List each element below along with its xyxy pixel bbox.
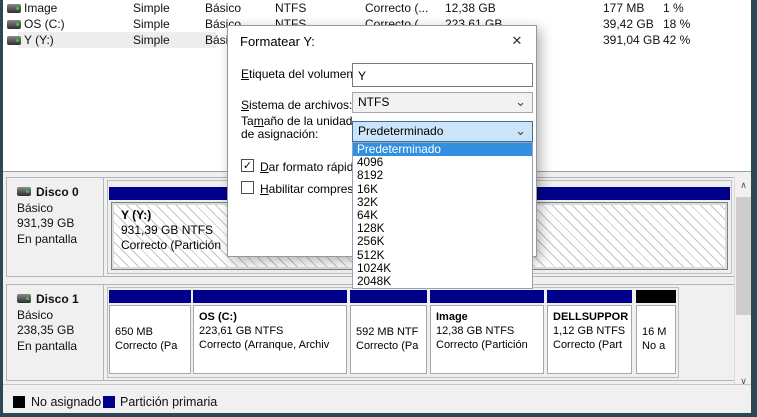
unallocated-band — [636, 290, 676, 303]
volume-type: Simple — [133, 33, 170, 47]
format-dialog: Formatear Y: ✕ Etiqueta del volumen: Sis… — [227, 25, 537, 257]
unallocated-swatch — [13, 396, 25, 408]
partition-dellsupport[interactable]: DELLSUPPOR 1,12 GB NTFS Correcto (Part — [547, 305, 632, 374]
volume-layout: Básico — [205, 1, 241, 15]
dropdown-option[interactable]: 2048K — [353, 275, 532, 288]
alloc-unit-label-line2: de asignación: — [241, 127, 318, 141]
dropdown-option[interactable]: Predeterminado — [353, 143, 532, 156]
disk-icon — [17, 294, 31, 303]
alloc-unit-select[interactable]: Predeterminado ⌄ — [352, 121, 533, 142]
disk1-size: 238,35 GB — [17, 323, 103, 339]
compression-checkbox[interactable] — [241, 181, 254, 194]
alloc-unit-value: Predeterminado — [358, 124, 443, 138]
table-row[interactable]: Image Simple Básico NTFS Correcto (... 1… — [3, 1, 751, 17]
disk0-size: 931,39 GB — [17, 216, 103, 232]
legend-unallocated-label: No asignado — [31, 395, 101, 409]
partition-image[interactable]: Image 12,38 GB NTFS Correcto (Partición — [430, 305, 544, 374]
partition-size: 931,39 GB NTFS — [121, 223, 221, 238]
legend-bar: No asignado Partición primaria — [3, 384, 751, 413]
partition-650mb[interactable]: 650 MB Correcto (Pa — [109, 305, 191, 374]
disk1-strip: 650 MB Correcto (Pa OS (C:) 223,61 GB NT… — [107, 287, 679, 378]
volume-free-pct: 42 % — [663, 33, 690, 47]
vertical-scrollbar[interactable]: ∧ ∨ — [734, 177, 751, 390]
disk1-name: Disco 1 — [17, 292, 103, 308]
primary-partition-swatch — [103, 396, 115, 408]
volume-free-pct: 1 % — [663, 1, 684, 15]
disk-row-1: Disco 1 Básico 238,35 GB En pantalla 650… — [6, 284, 735, 381]
disk1-type: Básico — [17, 308, 103, 324]
volume-type: Simple — [133, 17, 170, 31]
chevron-down-icon: ⌄ — [515, 93, 526, 110]
partition-band — [350, 290, 427, 303]
quick-format-label: Dar formato rápido — [260, 160, 360, 174]
volume-free: 391,04 GB — [603, 33, 660, 47]
file-system-label: Sistema de archivos: — [241, 98, 352, 112]
alloc-unit-label-line1: Tamaño de la unidad — [241, 114, 352, 128]
dropdown-option[interactable]: 64K — [353, 209, 532, 222]
volume-type: Simple — [133, 1, 170, 15]
partition-unallocated-16mb[interactable]: 16 M No a — [636, 305, 676, 374]
disk0-info-panel[interactable]: Disco 0 Básico 931,39 GB En pantalla — [7, 178, 104, 276]
volume-status: Correcto (... — [365, 1, 428, 15]
disk1-info-panel[interactable]: Disco 1 Básico 238,35 GB En pantalla — [7, 285, 104, 380]
disk1-status: En pantalla — [17, 339, 103, 355]
dropdown-option[interactable]: 1024K — [353, 262, 532, 275]
disk0-name: Disco 0 — [17, 185, 103, 201]
dropdown-option[interactable]: 8192 — [353, 169, 532, 182]
partition-os-c[interactable]: OS (C:) 223,61 GB NTFS Correcto (Arranqu… — [193, 305, 347, 374]
volume-label-label: Etiqueta del volumen: — [241, 67, 356, 81]
disk-management-window: Image Simple Básico NTFS Correcto (... 1… — [0, 0, 757, 417]
partition-name: Y (Y:) — [121, 208, 221, 223]
dropdown-option[interactable]: 512K — [353, 249, 532, 262]
partition-band — [430, 290, 544, 303]
dialog-title: Formatear Y: — [240, 34, 315, 49]
partition-band — [109, 290, 191, 303]
dropdown-option[interactable]: 128K — [353, 222, 532, 235]
check-icon: ✓ — [243, 160, 252, 172]
dropdown-option[interactable]: 16K — [353, 183, 532, 196]
alloc-unit-dropdown: Predeterminado 4096 8192 16K 32K 64K 128… — [352, 142, 533, 289]
chevron-down-icon: ⌄ — [515, 122, 526, 139]
volume-free-pct: 18 % — [663, 17, 690, 31]
volume-free: 177 MB — [603, 1, 644, 15]
volume-free: 39,42 GB — [603, 17, 654, 31]
scroll-up-icon: ∧ — [740, 180, 747, 190]
legend-primary-label: Partición primaria — [120, 395, 217, 409]
volume-name: Image — [24, 1, 57, 15]
file-system-select[interactable]: NTFS ⌄ — [352, 92, 533, 113]
volume-capacity: 12,38 GB — [445, 1, 496, 15]
partition-592mb[interactable]: 592 MB NTF Correcto (Pa — [350, 305, 427, 374]
volume-icon — [7, 4, 21, 13]
partition-band — [193, 290, 347, 303]
quick-format-checkbox[interactable]: ✓ — [241, 159, 254, 172]
dropdown-option[interactable]: 256K — [353, 235, 532, 248]
volume-icon — [7, 36, 21, 45]
disk-icon — [17, 187, 31, 196]
volume-label-input[interactable] — [352, 63, 533, 87]
close-icon[interactable]: ✕ — [508, 32, 526, 50]
dropdown-option[interactable]: 4096 — [353, 156, 532, 169]
scrollbar-thumb[interactable] — [736, 197, 751, 315]
scroll-up-button[interactable]: ∧ — [735, 177, 751, 194]
disk0-status: En pantalla — [17, 232, 103, 248]
volume-icon — [7, 20, 21, 29]
disk0-type: Básico — [17, 201, 103, 217]
partition-band — [547, 290, 632, 303]
partition-status: Correcto (Partición — [121, 238, 221, 253]
window-content: Image Simple Básico NTFS Correcto (... 1… — [3, 0, 751, 413]
volume-fs: NTFS — [275, 1, 306, 15]
volume-name: OS (C:) — [24, 17, 65, 31]
dropdown-option[interactable]: 32K — [353, 196, 532, 209]
volume-name: Y (Y:) — [24, 33, 54, 47]
file-system-value: NTFS — [358, 95, 389, 109]
